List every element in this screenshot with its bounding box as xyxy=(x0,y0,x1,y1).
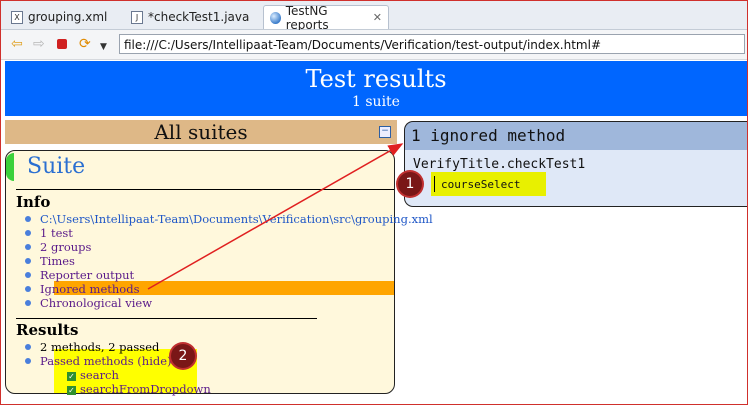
annotation-badge-1: 1 xyxy=(398,172,422,196)
annotation-badge-2: 2 xyxy=(171,344,195,368)
annotation-arrow xyxy=(147,143,404,290)
